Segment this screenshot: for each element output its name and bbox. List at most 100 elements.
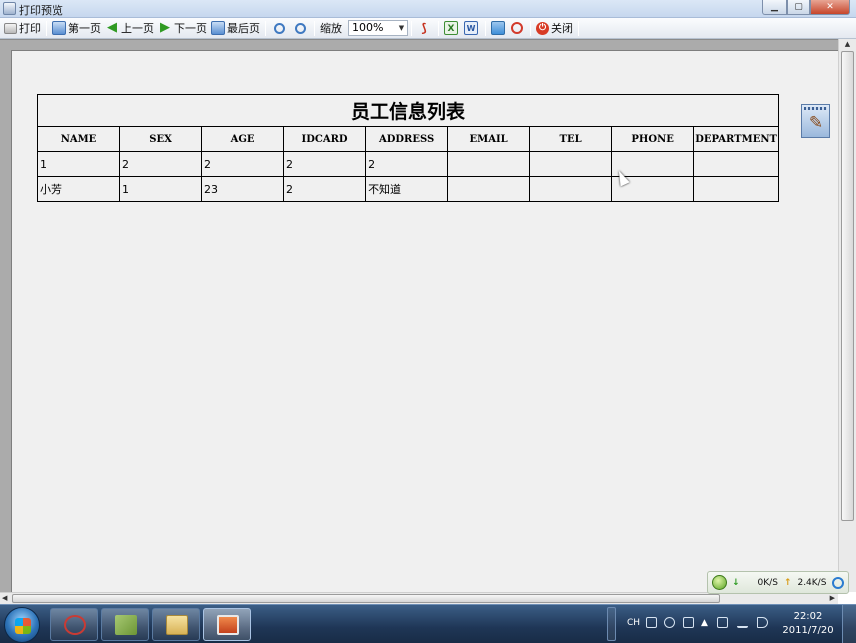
column-header: NAME	[36, 126, 121, 152]
maximize-button[interactable]: ▢	[787, 0, 810, 15]
table-cell: 1	[119, 176, 203, 202]
last-page-label: 最后页	[227, 22, 260, 35]
export-excel-button[interactable]: X	[442, 19, 462, 38]
prev-page-button[interactable]: ◀ 上一页	[103, 19, 156, 38]
toolbar-divider	[314, 20, 315, 36]
table-cell: 2	[365, 151, 449, 177]
arrow-right-icon: ▶	[160, 20, 170, 35]
report-page: 员工信息列表 NAME SEX AGE IDCARD ADDRESS EMAIL…	[11, 50, 838, 593]
printer-icon	[4, 22, 17, 34]
arrow-left-icon: ◀	[107, 20, 117, 35]
tray-expander[interactable]	[607, 607, 616, 641]
input-language-indicator[interactable]: CH	[627, 618, 640, 628]
first-page-icon	[52, 21, 66, 35]
tray-app-icon[interactable]	[683, 617, 694, 628]
app-icon	[3, 2, 16, 15]
table-header-row: NAME SEX AGE IDCARD ADDRESS EMAIL TEL PH…	[36, 126, 779, 152]
column-header: IDCARD	[283, 126, 367, 152]
preview-area: 员工信息列表 NAME SEX AGE IDCARD ADDRESS EMAIL…	[0, 39, 838, 593]
browser-app-icon	[64, 615, 86, 635]
browser-icon	[832, 576, 844, 589]
table-cell	[693, 151, 779, 177]
next-page-button[interactable]: ▶ 下一页	[156, 19, 209, 38]
show-hidden-icons-icon[interactable]: ▲	[701, 618, 708, 628]
taskbar-app-print-preview[interactable]	[203, 608, 251, 641]
download-speed: 0K/S	[757, 577, 778, 588]
scroll-right-icon[interactable]: ▶	[830, 593, 835, 604]
start-button[interactable]	[4, 607, 40, 643]
window-title: 打印预览	[19, 4, 63, 17]
scroll-up-icon[interactable]: ▲	[839, 39, 856, 49]
clock-time: 22:02	[793, 611, 823, 622]
minimize-button[interactable]: ▁	[762, 0, 787, 15]
vertical-scrollbar[interactable]: ▲	[838, 39, 856, 592]
zoom-out-button[interactable]	[290, 19, 311, 38]
print-button[interactable]: 打印	[2, 19, 43, 38]
notes-app-icon	[115, 615, 137, 635]
network-signal-icon[interactable]	[737, 617, 748, 628]
zoom-in-icon	[274, 22, 285, 34]
ruler-strip	[804, 107, 827, 110]
zoom-in-button[interactable]	[269, 19, 290, 38]
column-header: AGE	[201, 126, 285, 152]
show-desktop-button[interactable]	[842, 605, 856, 643]
close-window-button[interactable]: ✕	[810, 0, 850, 15]
taskbar-app-notes[interactable]	[101, 608, 149, 641]
flash-icon	[511, 22, 523, 34]
table-cell	[447, 176, 531, 202]
pdf-icon: ⟆	[421, 21, 427, 35]
employee-table: 员工信息列表 NAME SEX AGE IDCARD ADDRESS EMAIL…	[36, 94, 779, 202]
taskbar-app-browser[interactable]	[50, 608, 98, 641]
vertical-scroll-thumb[interactable]	[841, 51, 854, 521]
taskbar-app-explorer[interactable]	[152, 608, 200, 641]
table-cell: 1	[36, 151, 121, 177]
system-clock[interactable]: 22:02 2011/7/20	[780, 610, 836, 638]
excel-icon: X	[444, 21, 458, 35]
help-icon[interactable]	[664, 617, 675, 628]
table-cell: 2	[201, 151, 285, 177]
clock-date: 2011/7/20	[782, 625, 834, 636]
table-cell: 23	[201, 176, 285, 202]
table-cell: 2	[119, 151, 203, 177]
table-cell	[693, 176, 779, 202]
zoom-out-icon	[295, 22, 306, 34]
keyboard-icon[interactable]	[646, 617, 657, 628]
horizontal-scroll-thumb[interactable]	[12, 594, 720, 603]
word-icon: W	[464, 21, 478, 35]
column-header: PHONE	[611, 126, 695, 152]
table-cell: 2	[283, 176, 367, 202]
close-label: 关闭	[551, 22, 573, 35]
last-page-button[interactable]: 最后页	[209, 19, 262, 38]
prev-page-label: 上一页	[121, 22, 154, 35]
first-page-button[interactable]: 第一页	[50, 19, 103, 38]
print-label: 打印	[19, 22, 41, 35]
scroll-left-icon[interactable]: ◀	[2, 593, 7, 604]
export-pdf-button[interactable]: ⟆	[415, 19, 435, 38]
toolbar-divider	[485, 20, 486, 36]
title-bar: 打印预览 ▁ ▢ ✕	[0, 0, 856, 18]
toolbar-divider	[530, 20, 531, 36]
window-controls: ▁ ▢ ✕	[762, 0, 850, 15]
volume-icon[interactable]	[757, 617, 768, 628]
download-arrow-icon: ↓	[732, 577, 740, 588]
toolbar-divider	[411, 20, 412, 36]
monitor-icon	[217, 615, 239, 635]
pencil-icon: ✎	[808, 113, 824, 133]
export-word-button[interactable]: W	[462, 19, 482, 38]
column-header: DEPARTMENT	[693, 126, 779, 152]
taskbar: CH ▲ 22:02 2011/7/20	[0, 604, 856, 643]
toolbar-divider	[578, 20, 579, 36]
zoom-select[interactable]: 100% ▼	[348, 20, 408, 36]
table-cell: 不知道	[365, 176, 449, 202]
first-page-label: 第一页	[68, 22, 101, 35]
export-image-button[interactable]	[489, 19, 509, 38]
windows-logo-icon	[15, 618, 31, 634]
column-header: EMAIL	[447, 126, 531, 152]
net-speed-widget[interactable]: ↓ 0K/S ↑ 2.4K/S	[707, 571, 849, 594]
close-preview-button[interactable]: ⏻ 关闭	[534, 19, 575, 38]
table-cell: 小芳	[36, 176, 121, 202]
last-page-icon	[211, 21, 225, 35]
export-flash-button[interactable]	[509, 19, 527, 38]
usb-device-icon[interactable]	[717, 617, 728, 628]
design-edit-button[interactable]: ✎	[801, 104, 830, 138]
